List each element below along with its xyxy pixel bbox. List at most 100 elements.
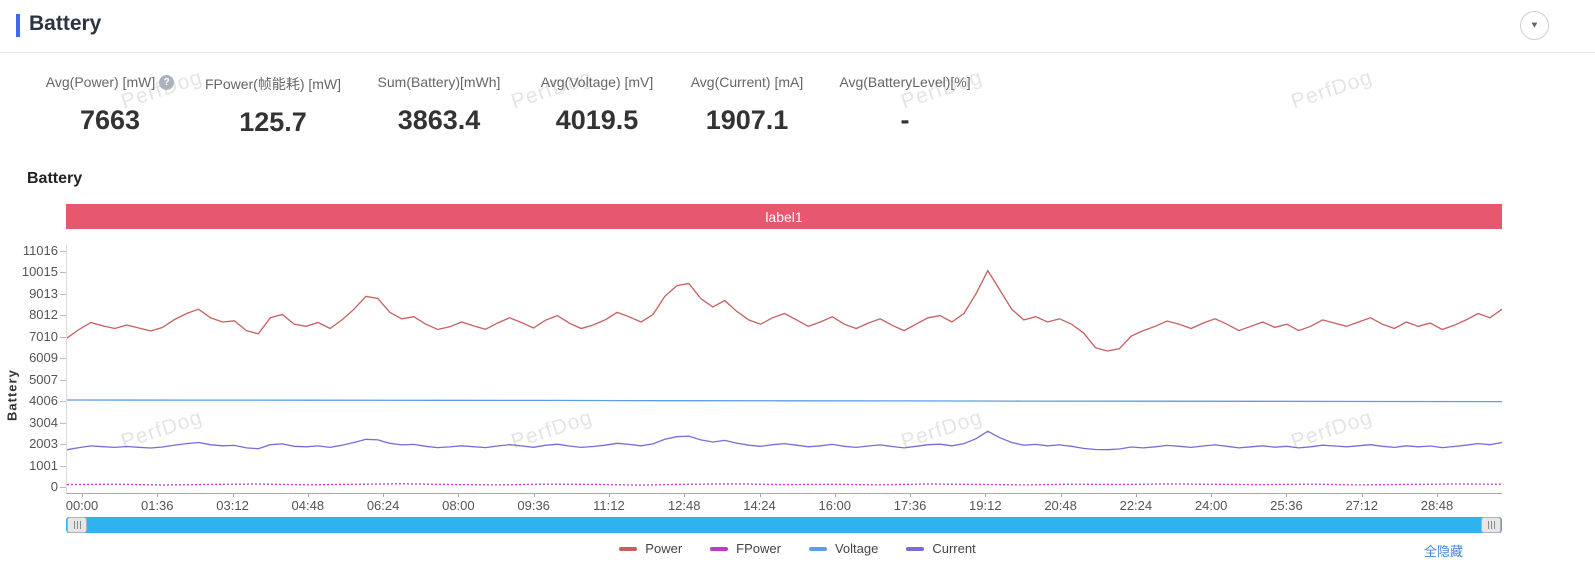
y-tick-label: 5007 [29, 371, 58, 387]
legend-label: Power [645, 541, 683, 556]
x-tick-label: 24:00 [1194, 498, 1228, 513]
x-tick-mark [1135, 493, 1137, 497]
x-tick-label: 04:48 [291, 498, 325, 513]
x-tick-mark [383, 493, 385, 497]
title-accent-bar [16, 14, 20, 37]
stats-row: Avg(Power) [mW]? 7663 FPower(帧能耗) [mW] 125.… [30, 74, 988, 138]
chart-label-banner: label1 [66, 204, 1502, 229]
x-tick-label: 01:36 [140, 498, 174, 513]
x-tick-mark [759, 493, 761, 497]
y-tick-label: 10015 [21, 264, 58, 280]
legend-item-power[interactable]: Power [619, 541, 682, 556]
x-tick-mark [608, 493, 610, 497]
x-tick-mark [834, 493, 836, 497]
x-tick-label: 12:48 [667, 498, 701, 513]
legend-item-voltage[interactable]: Voltage [808, 541, 879, 556]
stat-value: 7663 [79, 105, 141, 135]
battery-panel: { "header": { "title": "Battery", "colla… [0, 0, 1595, 581]
stat-value: 4019.5 [555, 105, 639, 135]
x-tick-label: 00:00 [65, 498, 99, 513]
stat-label-text: Avg(Power) [mW] [45, 74, 156, 90]
legend-marker-icon [619, 546, 638, 551]
x-tick-label: 03:12 [216, 498, 249, 513]
x-tick-mark [684, 493, 686, 497]
header-divider [0, 52, 1595, 53]
stat-label-text: Avg(Voltage) [mV] [540, 74, 654, 90]
x-tick-mark [1361, 493, 1363, 497]
x-tick-label: 22:24 [1119, 498, 1153, 513]
y-tick-label: 11016 [22, 243, 58, 258]
stat-label: Avg(Voltage) [mV] [541, 74, 654, 90]
banner-label: label1 [765, 208, 803, 225]
perfdog-watermark: PerfDog [1288, 65, 1376, 114]
stat-item: Avg(BatteryLevel)[%] - [822, 74, 988, 138]
chart-zoom-scrollbar[interactable] [66, 517, 1502, 533]
series-line-power [67, 269, 1502, 352]
x-tick-label: 16:00 [818, 498, 852, 513]
stat-value: - [900, 105, 910, 135]
x-tick-mark [1437, 493, 1438, 497]
stat-label-text: Sum(Battery)[mWh] [377, 74, 501, 90]
y-tick-label: 9013 [29, 285, 58, 301]
x-tick-label: 06:24 [366, 498, 400, 513]
y-tick-label: 1001 [29, 457, 58, 473]
x-tick-label: 28:48 [1420, 498, 1454, 513]
x-tick-mark [1211, 493, 1213, 497]
y-tick-label: 0 [50, 479, 58, 494]
x-tick-mark [157, 493, 159, 497]
stat-label-text: FPower(帧能耗) [mW] [204, 76, 342, 92]
x-tick-label: 17:36 [893, 498, 927, 513]
x-tick-mark [1286, 493, 1288, 497]
x-tick-mark [458, 493, 460, 497]
legend-item-fpower[interactable]: FPower [710, 541, 781, 556]
x-tick-label: 11:12 [593, 498, 625, 513]
x-tick-mark [232, 493, 234, 497]
help-icon[interactable]: ? [159, 74, 175, 90]
page-title: Battery [29, 12, 102, 35]
stat-item: Avg(Power) [mW]? 7663 [30, 74, 190, 138]
stat-label: FPower(帧能耗) [mW] [205, 74, 341, 94]
x-tick-mark [82, 493, 83, 497]
x-tick-label: 09:36 [517, 498, 550, 513]
stat-item: Avg(Voltage) [mV] 4019.5 [522, 74, 672, 138]
chart-plot-area [67, 269, 1502, 486]
series-line-fpower [67, 483, 1502, 486]
stat-label: Sum(Battery)[mWh] [378, 74, 501, 90]
stat-value: 125.7 [239, 107, 307, 137]
scrollbar-right-handle[interactable] [1481, 517, 1501, 533]
stat-item: Sum(Battery)[mWh] 3863.4 [356, 74, 522, 138]
y-tick-label: 2003 [29, 436, 58, 452]
x-tick-label: 08:00 [442, 498, 475, 513]
legend-label: Current [932, 541, 976, 556]
chart-section-title: Battery [27, 170, 83, 187]
stat-value: 3863.4 [397, 105, 481, 135]
stat-label-text: Avg(Current) [mA] [690, 74, 804, 90]
scrollbar-left-handle[interactable] [67, 517, 87, 533]
x-tick-mark [307, 493, 309, 497]
stat-item: FPower(帧能耗) [mW] 125.7 [190, 74, 356, 138]
y-tick-label: 4006 [29, 393, 58, 409]
legend-item-current[interactable]: Current [906, 541, 976, 556]
series-line-current [67, 430, 1502, 451]
x-tick-mark [533, 493, 535, 497]
stat-label: Avg(Power) [mW]? [45, 74, 175, 90]
collapse-panel-button[interactable]: ▼ [1520, 11, 1549, 40]
stat-item: Avg(Current) [mA] 1907.1 [672, 74, 822, 138]
stat-label: Avg(BatteryLevel)[%] [839, 74, 970, 90]
hide-all-link[interactable]: 全隐藏 [1424, 541, 1463, 560]
legend-label: Voltage [834, 541, 879, 556]
legend-marker-icon [710, 546, 729, 551]
x-tick-label: 27:12 [1345, 498, 1378, 513]
x-tick-label: 19:12 [969, 498, 1002, 513]
stat-label-text: Avg(BatteryLevel)[%] [839, 74, 971, 90]
x-tick-mark [1060, 493, 1062, 497]
x-tick-label: 20:48 [1044, 498, 1077, 513]
series-line-voltage [67, 399, 1502, 403]
legend-marker-icon [906, 546, 925, 551]
chart-legend: Power FPower Voltage Current [0, 541, 1595, 556]
legend-marker-icon [808, 546, 827, 551]
x-tick-label: 25:36 [1270, 498, 1303, 513]
y-tick-label: 7010 [29, 328, 58, 344]
x-tick-mark [910, 493, 912, 497]
y-tick-label: 6009 [29, 350, 58, 366]
